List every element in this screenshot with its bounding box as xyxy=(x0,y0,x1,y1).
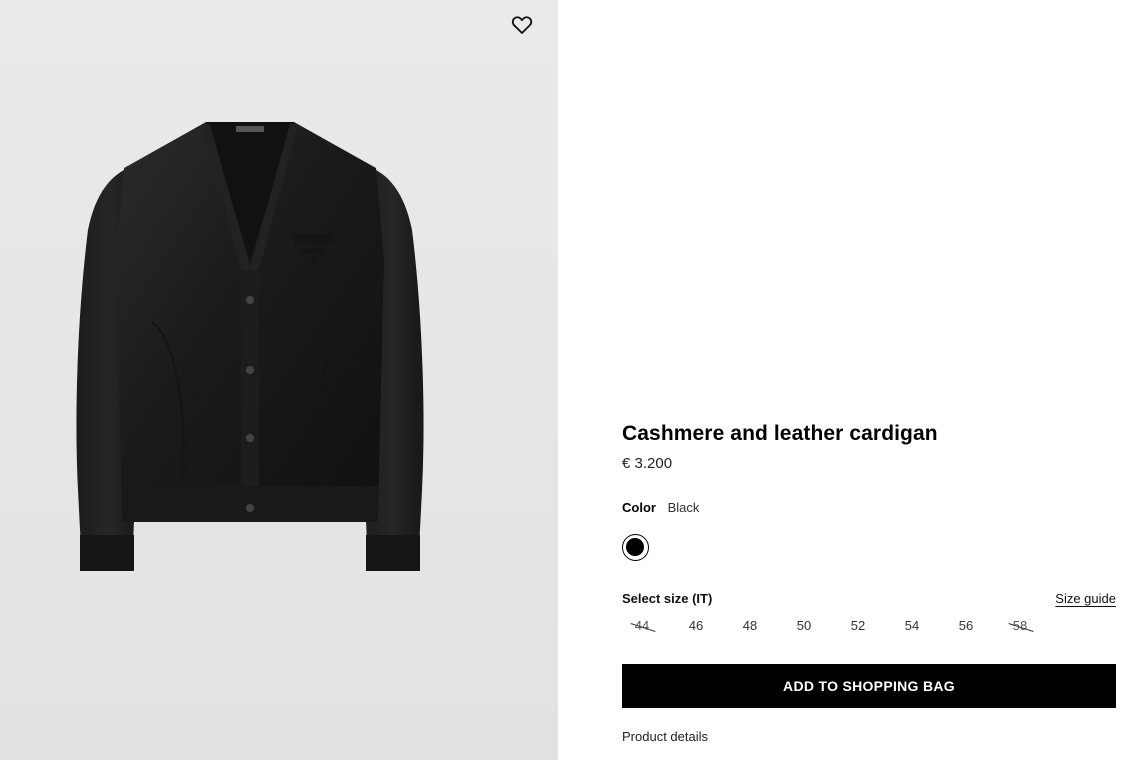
swatch-fill xyxy=(626,538,644,556)
color-value: Black xyxy=(667,500,700,515)
size-option-48[interactable]: 48 xyxy=(730,618,770,633)
size-option-58[interactable]: 58 xyxy=(1000,618,1040,633)
size-option-54[interactable]: 54 xyxy=(892,618,932,633)
size-option-50[interactable]: 50 xyxy=(784,618,824,633)
add-to-shopping-bag-button[interactable]: ADD TO SHOPPING BAG xyxy=(622,664,1116,708)
product-price: € 3.200 xyxy=(622,455,673,472)
product-details-link[interactable]: Product details xyxy=(622,729,708,744)
product-info: Cashmere and leather cardigan € 3.200 Co… xyxy=(622,0,1116,760)
size-option-46[interactable]: 46 xyxy=(676,618,716,633)
product-title: Cashmere and leather cardigan xyxy=(622,422,938,445)
color-swatch-black[interactable] xyxy=(622,534,649,561)
size-option-52[interactable]: 52 xyxy=(838,618,878,633)
product-gallery xyxy=(0,0,558,760)
product-page: Cashmere and leather cardigan € 3.200 Co… xyxy=(0,0,1139,760)
size-label: Select size (IT) xyxy=(622,591,713,606)
color-label: Color xyxy=(622,500,656,515)
product-image xyxy=(66,110,434,582)
size-options: 44 46 48 50 52 54 56 58 xyxy=(622,618,1062,638)
size-option-44[interactable]: 44 xyxy=(622,618,662,633)
size-guide-link[interactable]: Size guide xyxy=(1055,591,1116,606)
size-option-56[interactable]: 56 xyxy=(946,618,986,633)
color-row: Color Black xyxy=(622,500,699,515)
wishlist-heart-icon[interactable] xyxy=(510,13,534,37)
